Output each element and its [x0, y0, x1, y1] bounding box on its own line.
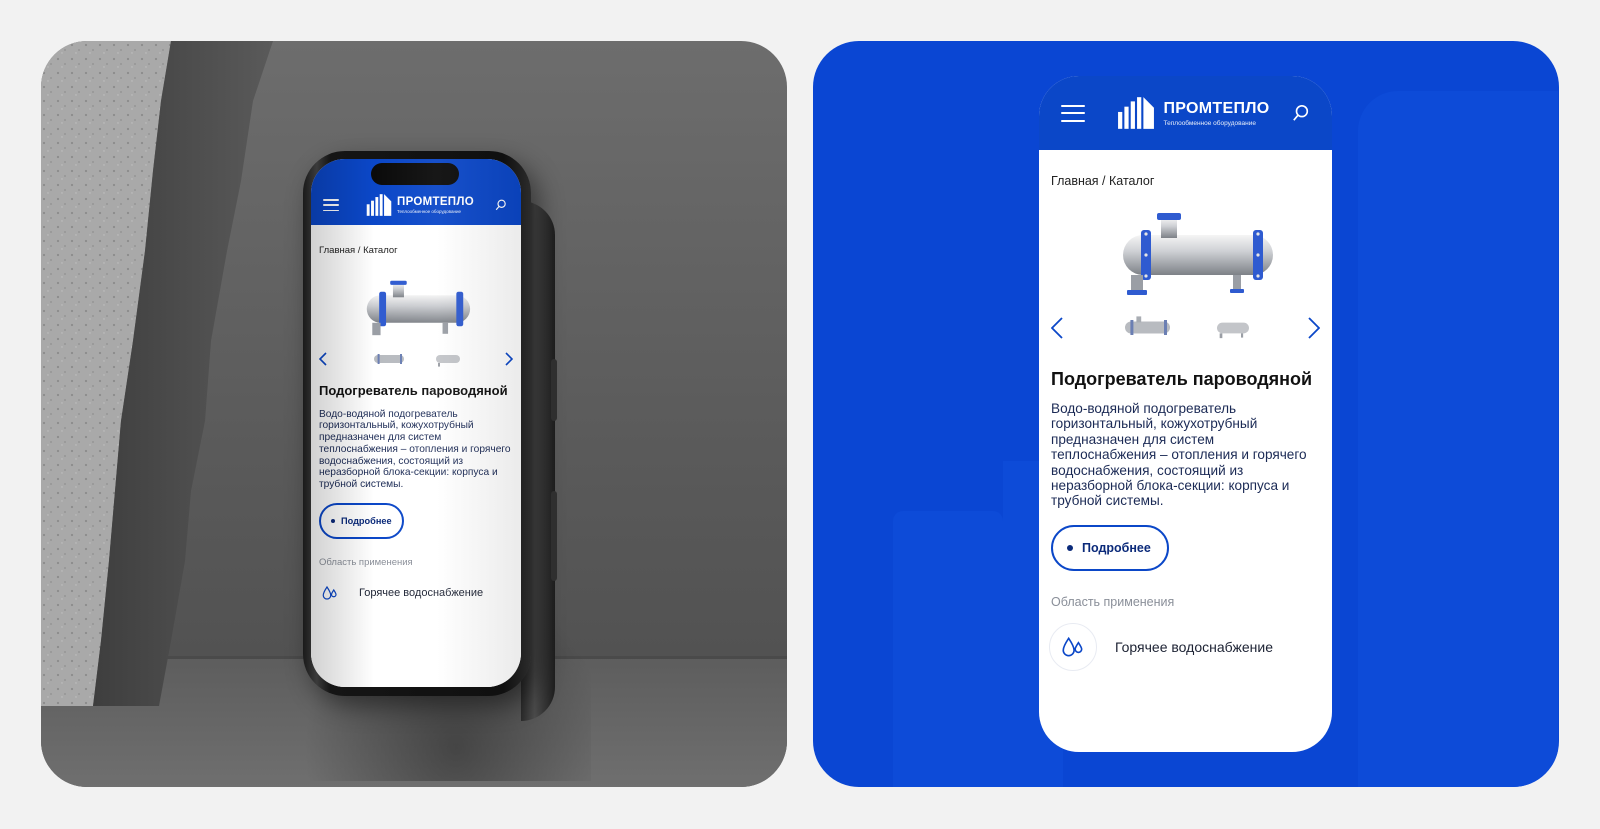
- gallery-thumbnail[interactable]: [1119, 314, 1173, 341]
- more-button[interactable]: Подробнее: [1051, 524, 1169, 571]
- brand-name: ПРОМТЕПЛО: [397, 196, 474, 208]
- brand-tagline: Теплообменное оборудование: [397, 209, 462, 214]
- product-title: Подогреватель пароводяной: [319, 383, 508, 398]
- application-item-text: Горячее водоснабжение: [359, 587, 484, 600]
- brand-name: ПРОМТЕПЛО: [1163, 99, 1270, 117]
- side-button: [551, 359, 557, 421]
- side-button: [551, 491, 557, 581]
- application-item[interactable]: Горячее водоснабжение: [315, 578, 521, 608]
- chevron-right-icon[interactable]: [1308, 316, 1320, 339]
- factory-buildings-logo: [366, 194, 392, 216]
- more-button-label: Подробнее: [1082, 540, 1151, 555]
- decor-shape: [1358, 91, 1558, 787]
- more-button[interactable]: Подробнее: [319, 503, 404, 540]
- breadcrumb[interactable]: Главная / Каталог: [1051, 174, 1332, 188]
- mockup-photo-panel: ПРОМТЕПЛО Теплообменное оборудование Гла…: [41, 41, 787, 787]
- brand-logo[interactable]: ПРОМТЕПЛО Теплообменное оборудование: [1117, 97, 1269, 129]
- search-icon[interactable]: [1292, 104, 1310, 122]
- burger-menu-icon[interactable]: [1061, 104, 1085, 122]
- application-label: Область применения: [1051, 594, 1175, 609]
- brand-tagline: Теплообменное оборудование: [1163, 119, 1256, 127]
- application-item[interactable]: Горячее водоснабжение: [1049, 622, 1332, 671]
- heat-exchanger-image: [353, 278, 521, 340]
- dynamic-island: [371, 163, 459, 185]
- gallery-thumbnail[interactable]: [1213, 316, 1253, 340]
- concrete-block: [41, 41, 273, 706]
- product-description: Водо-водяной подогреватель горизонтальны…: [1051, 401, 1307, 509]
- heat-exchanger-image: [1103, 210, 1332, 300]
- application-item-text: Горячее водоснабжение: [1115, 638, 1273, 655]
- chevron-right-icon[interactable]: [505, 352, 513, 366]
- decor-shape: [893, 511, 1003, 787]
- chevron-left-icon[interactable]: [319, 352, 327, 366]
- factory-buildings-logo: [1118, 97, 1155, 129]
- more-button-label: Подробнее: [341, 516, 392, 527]
- site-header: ПРОМТЕПЛО Теплообменное оборудование: [1039, 76, 1332, 150]
- product-title: Подогреватель пароводяной: [1051, 369, 1313, 389]
- mobile-screen-small: ПРОМТЕПЛО Теплообменное оборудование Гла…: [311, 159, 521, 687]
- image-gallery: [319, 350, 513, 368]
- burger-menu-icon[interactable]: [323, 199, 339, 211]
- chevron-left-icon[interactable]: [1051, 316, 1063, 339]
- application-label: Область применения: [319, 557, 413, 569]
- breadcrumb[interactable]: Главная / Каталог: [319, 245, 521, 256]
- gallery-thumbnail[interactable]: [370, 350, 406, 368]
- image-gallery: [1051, 314, 1320, 341]
- mobile-screen-large: ПРОМТЕПЛО Теплообменное оборудование Гла…: [1039, 76, 1332, 752]
- product-description: Водо-водяной подогреватель горизонтальны…: [319, 408, 511, 491]
- search-icon[interactable]: [495, 199, 507, 211]
- water-drops-icon: [315, 578, 345, 608]
- brand-logo[interactable]: ПРОМТЕПЛО Теплообменное оборудование: [366, 194, 474, 216]
- gallery-thumbnail[interactable]: [434, 350, 462, 368]
- water-drops-icon: [1049, 622, 1097, 671]
